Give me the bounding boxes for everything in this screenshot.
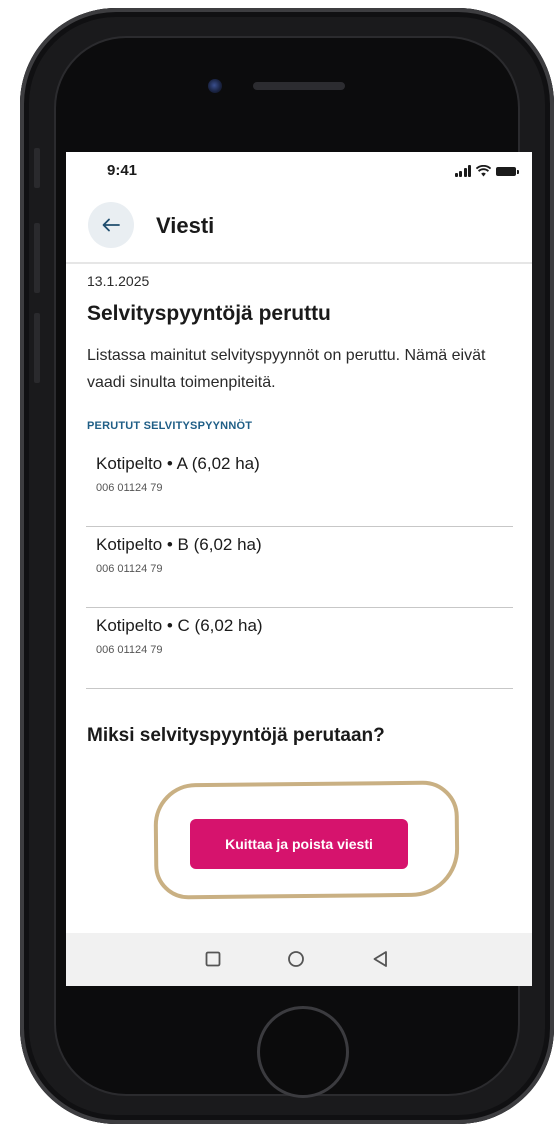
screenshot-stage: 9:41 Viesti 13.1.2025 Selvityspyyntöjä p… xyxy=(0,0,558,1126)
list-item-subtitle: 006 01124 79 xyxy=(96,563,163,575)
cancelled-requests-list: Kotipelto • A (6,02 ha) 006 01124 79 Kot… xyxy=(86,446,513,689)
home-button[interactable] xyxy=(257,1006,349,1098)
list-item-title: Kotipelto • B (6,02 ha) xyxy=(96,535,262,554)
front-camera-icon xyxy=(208,79,222,93)
home-nav-button[interactable] xyxy=(284,947,308,971)
wifi-icon xyxy=(476,165,491,177)
list-item-title: Kotipelto • C (6,02 ha) xyxy=(96,616,263,635)
message-date: 13.1.2025 xyxy=(87,273,150,289)
volume-down-button xyxy=(34,313,40,383)
status-icons xyxy=(454,165,519,177)
earpiece-speaker xyxy=(253,82,345,90)
back-nav-button[interactable] xyxy=(368,947,392,971)
action-area: Kuittaa ja poista viesti xyxy=(66,780,532,933)
list-item-title: Kotipelto • A (6,02 ha) xyxy=(96,454,260,473)
message-content: 13.1.2025 Selvityspyyntöjä peruttu Lista… xyxy=(86,264,513,747)
list-item: Kotipelto • B (6,02 ha) 006 01124 79 xyxy=(86,527,513,608)
faq-question-link[interactable]: Miksi selvityspyyntöjä perutaan? xyxy=(87,725,513,747)
mute-switch xyxy=(34,148,40,188)
list-item: Kotipelto • A (6,02 ha) 006 01124 79 xyxy=(86,446,513,527)
status-bar: 9:41 xyxy=(66,152,532,192)
system-nav-bar xyxy=(66,933,532,986)
section-label: PERUTUT SELVITYSPYYNNÖT xyxy=(87,420,253,432)
list-item-subtitle: 006 01124 79 xyxy=(96,644,163,656)
arrow-left-icon xyxy=(102,218,120,232)
page-title: Viesti xyxy=(156,213,215,238)
back-button[interactable] xyxy=(88,202,134,248)
acknowledge-delete-button[interactable]: Kuittaa ja poista viesti xyxy=(190,819,408,869)
home-circle-icon xyxy=(288,951,304,967)
battery-icon xyxy=(496,167,519,176)
list-item-subtitle: 006 01124 79 xyxy=(96,482,163,494)
phone-screen: 9:41 Viesti 13.1.2025 Selvityspyyntöjä p… xyxy=(66,152,532,986)
signal-icon xyxy=(454,165,471,177)
recent-apps-icon xyxy=(205,951,221,967)
volume-up-button xyxy=(34,223,40,293)
status-time: 9:41 xyxy=(107,162,138,179)
list-item: Kotipelto • C (6,02 ha) 006 01124 79 xyxy=(86,608,513,689)
message-body: Listassa mainitut selvityspyynnöt on per… xyxy=(87,347,486,391)
app-bar: Viesti xyxy=(66,192,532,264)
message-heading: Selvityspyyntöjä peruttu xyxy=(87,302,331,325)
back-triangle-icon xyxy=(373,951,387,967)
recent-apps-button[interactable] xyxy=(201,947,225,971)
